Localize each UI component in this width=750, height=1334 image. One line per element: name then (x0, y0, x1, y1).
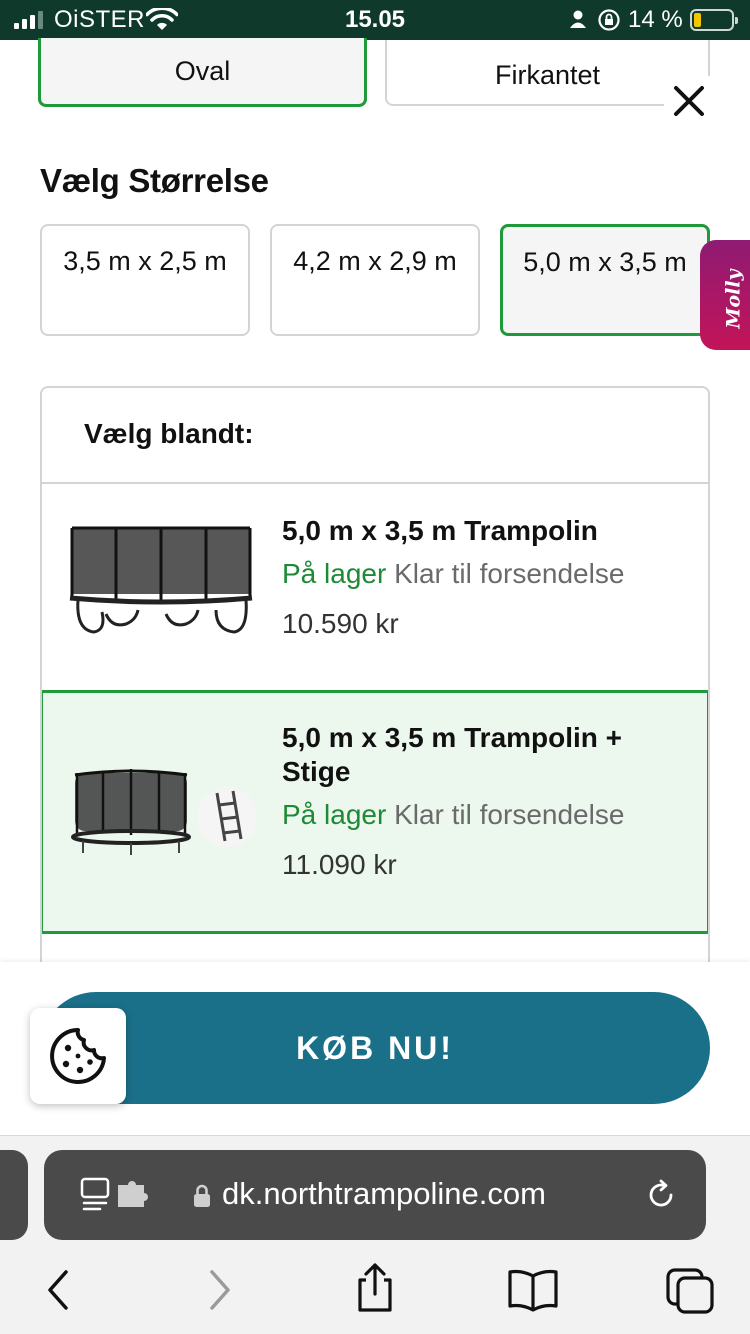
shipping-status: Klar til forsendelse (394, 558, 625, 589)
variant-list-title: Vælg blandt: (42, 388, 708, 484)
back-icon[interactable] (42, 1268, 74, 1312)
variant-name: 5,0 m x 3,5 m Trampolin + Stige (282, 722, 623, 787)
size-option-5-0x3-5[interactable]: 5,0 m x 3,5 m (500, 224, 710, 336)
chat-widget-tab[interactable]: Molly (700, 240, 750, 350)
chat-widget-label: Molly (722, 269, 745, 329)
stock-status: På lager (282, 799, 387, 830)
close-button[interactable] (664, 76, 714, 126)
bookmarks-icon[interactable] (506, 1268, 560, 1312)
variant-item-trampolin[interactable]: 5,0 m x 3,5 m Trampolin På lager Klar ti… (42, 484, 708, 690)
close-icon (674, 86, 704, 116)
tabs-icon[interactable] (664, 1266, 716, 1316)
variant-stock: På lager Klar til forsendelse (282, 799, 677, 831)
size-option-3-5x2-5[interactable]: 3,5 m x 2,5 m (40, 224, 250, 336)
buy-bar: KØB NU! (0, 962, 750, 1136)
padlock-icon (194, 1184, 210, 1207)
share-icon[interactable] (352, 1262, 398, 1314)
shape-option-firkantet[interactable]: Firkantet (385, 40, 710, 106)
trampoline-image (69, 526, 253, 634)
address-bar[interactable]: dk.northtrampoline.com (44, 1150, 706, 1240)
size-option-4-2x2-9[interactable]: 4,2 m x 2,9 m (270, 224, 480, 336)
battery-icon (690, 9, 738, 31)
shipping-status: Klar til forsendelse (394, 799, 625, 830)
variant-list: Vælg blandt: 5,0 m x 3,5 m Trampolin På … (40, 386, 710, 1026)
url-text: dk.northtrampoline.com (222, 1176, 546, 1211)
forward-icon[interactable] (204, 1268, 236, 1312)
variant-price: 11.090 kr (282, 849, 397, 880)
rotation-lock-icon (598, 9, 620, 31)
reload-icon[interactable] (644, 1178, 678, 1212)
battery-percent: 14 % (628, 6, 683, 33)
variant-stock: På lager Klar til forsendelse (282, 558, 678, 590)
buy-now-button[interactable]: KØB NU! (40, 992, 710, 1104)
cookie-icon (50, 1028, 106, 1084)
variant-name: 5,0 m x 3,5 m Trampolin (282, 515, 598, 546)
shape-option-oval[interactable]: Oval (38, 38, 367, 107)
person-icon (570, 10, 586, 28)
trampoline-ladder-image (71, 769, 257, 855)
variant-item-trampolin-stige[interactable]: 5,0 m x 3,5 m Trampolin + Stige På lager… (42, 690, 708, 934)
stock-status: På lager (282, 558, 387, 589)
cookie-settings-button[interactable] (30, 1008, 126, 1104)
size-section-title: Vælg Størrelse (40, 162, 269, 199)
status-bar: OiSTER 15.05 14 % (0, 0, 750, 40)
variant-price: 10.590 kr (282, 608, 399, 639)
reader-extensions-icon[interactable] (78, 1177, 158, 1213)
previous-tab-peek[interactable] (0, 1150, 28, 1240)
